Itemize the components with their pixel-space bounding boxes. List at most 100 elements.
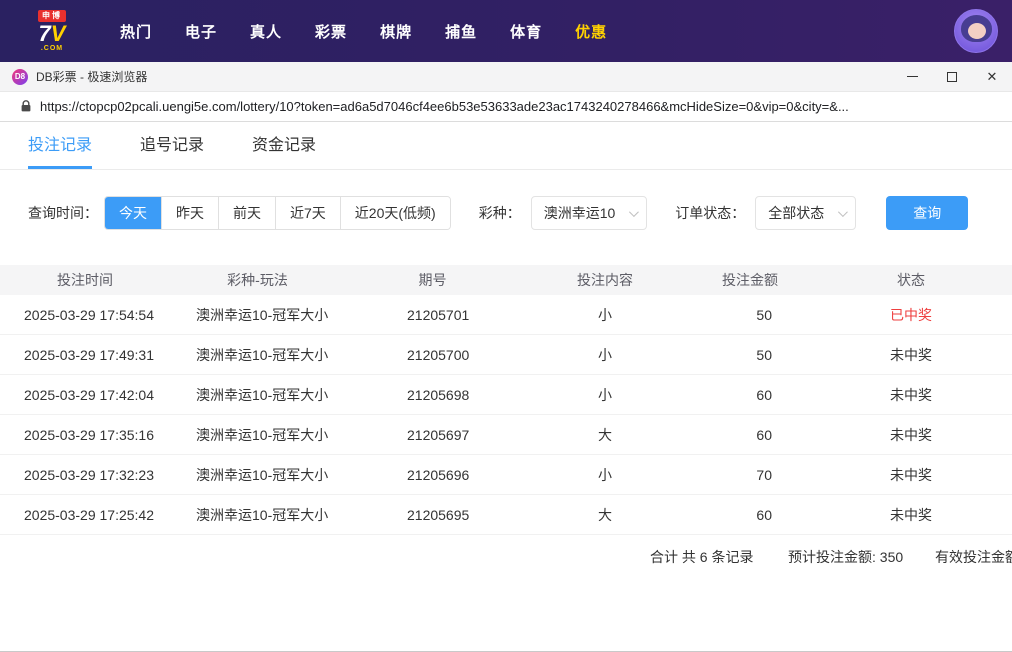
close-icon: ✕ xyxy=(986,69,998,84)
header-status: 状态 xyxy=(897,272,925,288)
summary-total: 合计 共 6 条记录 xyxy=(650,549,754,565)
time-option-yesterday[interactable]: 昨天 xyxy=(161,197,218,229)
cell-issue: 21205696 xyxy=(407,466,470,483)
header-issue: 期号 xyxy=(418,272,447,288)
user-avatar[interactable] xyxy=(954,9,998,53)
record-tabs: 投注记录 追号记录 资金记录 xyxy=(0,122,1012,170)
cell-content: 大 xyxy=(598,506,612,523)
summary-expected-amount: 预计投注金额: 350 xyxy=(788,549,904,565)
cell-time: 2025-03-29 17:42:04 xyxy=(24,386,154,403)
close-button[interactable]: ✕ xyxy=(972,62,1012,91)
cell-amount: 60 xyxy=(756,426,772,443)
window-title: DB彩票 - 极速浏览器 xyxy=(36,70,148,84)
cell-game: 澳洲幸运10-冠军大小 xyxy=(196,466,329,483)
order-status-value: 全部状态 xyxy=(768,205,825,221)
cell-amount: 50 xyxy=(756,346,772,363)
cell-status: 未中奖 xyxy=(890,506,932,523)
table-header: 投注时间 彩种-玩法 期号 投注内容 投注金额 状态 xyxy=(0,265,1012,295)
cell-issue: 21205698 xyxy=(407,386,470,403)
address-bar[interactable]: https://ctopcp02pcali.uengi5e.com/lotter… xyxy=(0,92,1012,122)
bet-records-table: 投注时间 彩种-玩法 期号 投注内容 投注金额 状态 2025-03-29 17… xyxy=(0,265,1012,575)
nav-item-sports[interactable]: 体育 xyxy=(510,21,542,42)
maximize-icon xyxy=(947,71,957,82)
status-filter-label: 订单状态： xyxy=(675,205,746,221)
lottery-select[interactable]: 澳洲幸运10 xyxy=(530,196,648,230)
header-amount: 投注金额 xyxy=(722,272,778,288)
logo-main: 7V xyxy=(38,20,66,46)
cell-status: 未中奖 xyxy=(890,466,932,483)
search-button[interactable]: 查询 xyxy=(886,196,969,230)
header-content: 投注内容 xyxy=(577,272,633,288)
cell-amount: 70 xyxy=(756,466,772,483)
nav-item-live[interactable]: 真人 xyxy=(250,21,282,42)
time-filter-group: 今天 昨天 前天 近7天 近20天(低频) xyxy=(104,196,451,230)
nav-item-cards[interactable]: 棋牌 xyxy=(380,21,412,42)
time-filter-label: 查询时间： xyxy=(28,205,98,221)
cell-status: 未中奖 xyxy=(890,426,932,443)
cell-time: 2025-03-29 17:35:16 xyxy=(24,426,154,443)
cell-issue: 21205695 xyxy=(407,506,470,523)
cell-game: 澳洲幸运10-冠军大小 xyxy=(196,506,329,523)
cell-content: 小 xyxy=(598,306,612,323)
logo-suffix: .COM xyxy=(40,44,64,52)
cell-amount: 60 xyxy=(756,506,772,523)
cell-amount: 60 xyxy=(756,386,772,403)
filter-bar: 查询时间： 今天 昨天 前天 近7天 近20天(低频) 彩种： 澳洲幸运10 订… xyxy=(0,170,1012,252)
browser-window: 申博 7V .COM 热门 电子 真人 彩票 棋牌 捕鱼 体育 优惠 D8 DB… xyxy=(0,0,1012,652)
window-titlebar: D8 DB彩票 - 极速浏览器 ✕ xyxy=(0,62,1012,92)
table-body: 2025-03-29 17:54:54 澳洲幸运10-冠军大小 21205701 小 5… xyxy=(0,295,1012,535)
cell-status: 未中奖 xyxy=(890,346,932,363)
cell-status: 未中奖 xyxy=(890,386,932,403)
tab-bet-records[interactable]: 投注记录 xyxy=(28,122,93,169)
cell-time: 2025-03-29 17:25:42 xyxy=(24,506,154,523)
time-option-20days[interactable]: 近20天(低频) xyxy=(339,197,450,229)
cell-content: 小 xyxy=(598,466,612,483)
cell-content: 小 xyxy=(598,386,612,403)
table-row: 2025-03-29 17:42:04 澳洲幸运10-冠军大小 21205698 小 6… xyxy=(0,375,1012,415)
nav-item-promo[interactable]: 优惠 xyxy=(575,21,607,42)
header-game: 彩种-玩法 xyxy=(227,272,288,288)
cell-game: 澳洲幸运10-冠军大小 xyxy=(196,306,329,323)
url-text[interactable]: https://ctopcp02pcali.uengi5e.com/lotter… xyxy=(40,99,1000,114)
order-status-select[interactable]: 全部状态 xyxy=(755,196,857,230)
tab-chase-records[interactable]: 追号记录 xyxy=(140,122,204,169)
cell-issue: 21205700 xyxy=(407,346,470,363)
site-logo[interactable]: 申博 7V .COM xyxy=(38,10,66,52)
window-controls: ✕ xyxy=(892,62,1012,91)
time-option-7days[interactable]: 近7天 xyxy=(275,197,340,229)
time-option-daybefore[interactable]: 前天 xyxy=(218,197,275,229)
table-row: 2025-03-29 17:49:31 澳洲幸运10-冠军大小 21205700 小 5… xyxy=(0,335,1012,375)
cell-content: 小 xyxy=(598,346,612,363)
cell-amount: 50 xyxy=(756,306,772,323)
cell-time: 2025-03-29 17:49:31 xyxy=(24,346,154,363)
header-bet-time: 投注时间 xyxy=(57,272,113,288)
nav-item-lottery[interactable]: 彩票 xyxy=(315,21,347,42)
lock-icon xyxy=(20,100,32,113)
table-summary: 合计 共 6 条记录 预计投注金额: 350 有效投注金额 xyxy=(0,535,1012,575)
lottery-select-value: 澳洲幸运10 xyxy=(543,205,616,221)
summary-valid-amount: 有效投注金额 xyxy=(935,549,1012,565)
nav-item-fishing[interactable]: 捕鱼 xyxy=(445,21,477,42)
chevron-down-icon xyxy=(629,206,640,217)
cell-status: 已中奖 xyxy=(890,306,932,323)
cell-issue: 21205697 xyxy=(407,426,470,443)
app-icon: D8 xyxy=(12,68,28,85)
maximize-button[interactable] xyxy=(932,62,972,91)
nav-item-hot[interactable]: 热门 xyxy=(120,21,152,42)
cell-game: 澳洲幸运10-冠军大小 xyxy=(196,346,329,363)
tab-fund-records[interactable]: 资金记录 xyxy=(252,122,316,169)
nav-item-slots[interactable]: 电子 xyxy=(185,21,217,42)
minimize-icon xyxy=(906,76,918,77)
time-option-today[interactable]: 今天 xyxy=(105,197,161,229)
table-row: 2025-03-29 17:54:54 澳洲幸运10-冠军大小 21205701 小 5… xyxy=(0,295,1012,335)
table-row: 2025-03-29 17:25:42 澳洲幸运10-冠军大小 21205695 大 6… xyxy=(0,495,1012,535)
lottery-filter-label: 彩种： xyxy=(478,205,521,221)
cell-game: 澳洲幸运10-冠军大小 xyxy=(196,386,329,403)
minimize-button[interactable] xyxy=(892,62,932,91)
site-top-nav: 申博 7V .COM 热门 电子 真人 彩票 棋牌 捕鱼 体育 优惠 xyxy=(0,0,1012,62)
cell-time: 2025-03-29 17:54:54 xyxy=(24,306,154,323)
table-row: 2025-03-29 17:35:16 澳洲幸运10-冠军大小 21205697 大 6… xyxy=(0,415,1012,455)
chevron-down-icon xyxy=(838,206,849,217)
cell-time: 2025-03-29 17:32:23 xyxy=(24,466,154,483)
table-row: 2025-03-29 17:32:23 澳洲幸运10-冠军大小 21205696 小 7… xyxy=(0,455,1012,495)
